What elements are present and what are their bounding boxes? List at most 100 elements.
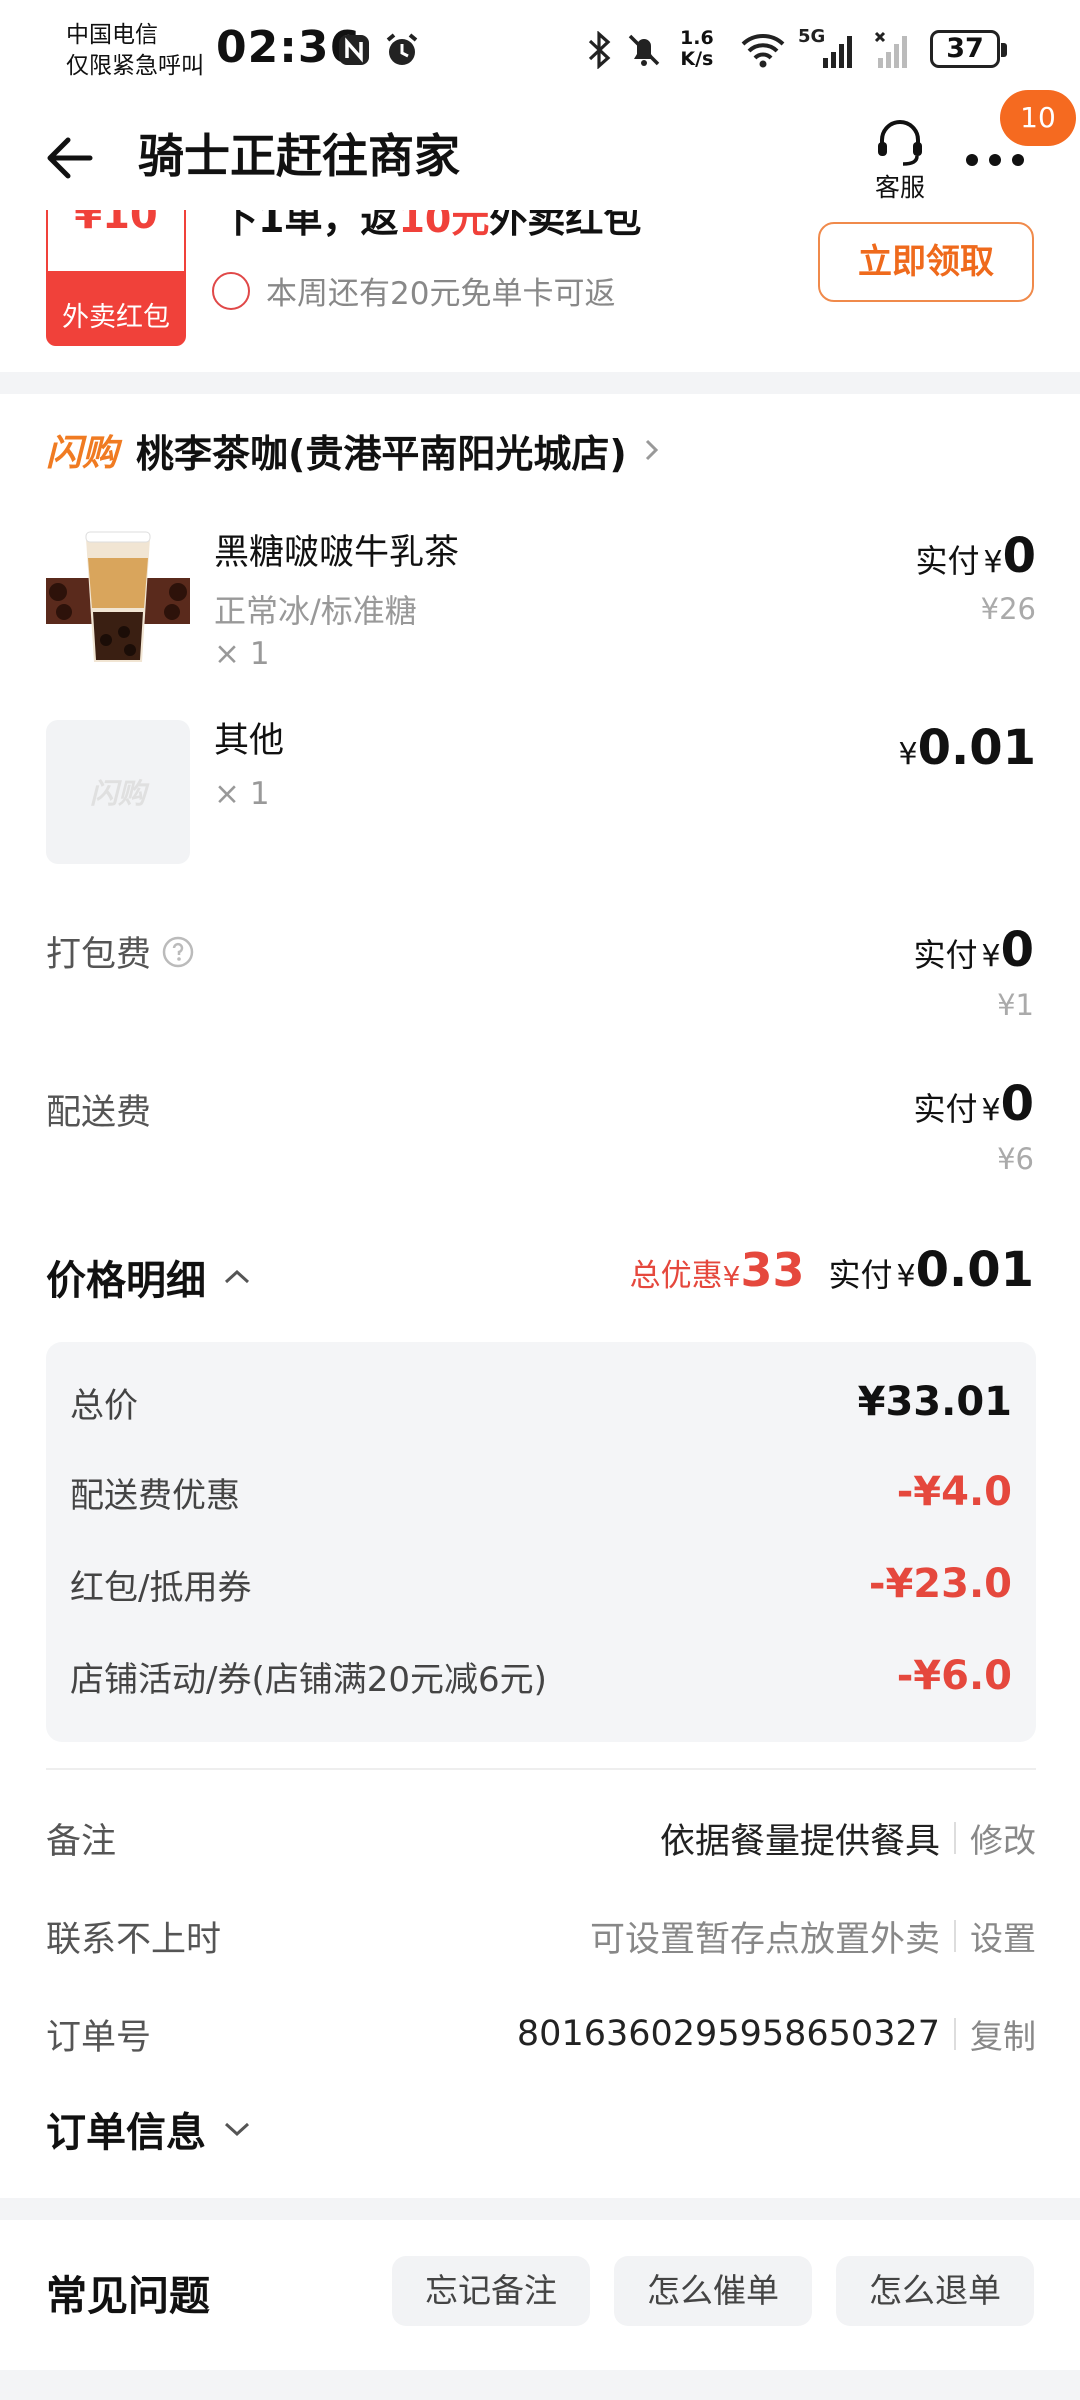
- currency: ¥: [722, 1260, 741, 1293]
- item-qty: × 1: [214, 776, 270, 812]
- total-discount-value: 33: [740, 1243, 805, 1297]
- fee-name: 配送费: [46, 1093, 152, 1133]
- net-speed: 1.6 K/s: [680, 28, 714, 70]
- question-circle-icon[interactable]: [161, 935, 195, 969]
- currency: ¥: [898, 737, 918, 772]
- red-packet-promo: ¥10 外卖红包 下1单，返10元外卖红包 本周还有20元免单卡可返 立即领取: [0, 210, 1080, 370]
- price-row: 配送费优惠 -¥4.0: [70, 1462, 1012, 1522]
- order-item[interactable]: 黑糖啵啵牛乳茶 正常冰/标准糖 × 1 实付 ¥ 0 ¥26: [46, 528, 1036, 678]
- edit-remark-button[interactable]: 修改: [970, 1814, 1036, 1862]
- price-row: 红包/抵用券 -¥23.0: [70, 1554, 1012, 1614]
- chevron-down-icon: [224, 2122, 250, 2137]
- bottom-divider: [0, 2370, 1080, 2400]
- remark-row: 备注 依据餐量提供餐具 修改: [46, 1808, 1036, 1868]
- order-number-label: 订单号: [46, 2017, 152, 2058]
- battery-icon: 37: [930, 30, 1007, 68]
- contact-value: 可设置暂存点放置外卖: [589, 1919, 940, 1960]
- faq-title: 常见问题: [46, 2272, 210, 2320]
- carrier-status: 仅限紧急呼叫: [66, 53, 204, 79]
- paid-value: 0: [1000, 922, 1034, 978]
- item-paid: ¥ 0.01: [898, 720, 1036, 776]
- price-row-value: -¥6.0: [896, 1653, 1012, 1699]
- set-drop-point-button[interactable]: 设置: [970, 1912, 1036, 1960]
- status-bar: 中国电信 仅限紧急呼叫 02:36 1.6 K/s 5G 37: [0, 0, 1080, 100]
- promo-highlight: 10元: [398, 210, 490, 241]
- faq-forgot-remark-button[interactable]: 忘记备注: [392, 2256, 590, 2326]
- packing-fee-paid: 实付 ¥ 0: [913, 922, 1034, 978]
- copy-order-number-button[interactable]: 复制: [970, 2010, 1036, 2058]
- section-divider: [0, 372, 1080, 394]
- customer-service-button[interactable]: 客服: [850, 110, 950, 210]
- message-badge: 10: [1000, 90, 1076, 146]
- price-detail-toggle[interactable]: 价格明细: [46, 1248, 252, 1306]
- radio-circle-icon[interactable]: [212, 271, 250, 310]
- separator: [954, 1822, 956, 1854]
- paid-value: 0.01: [917, 720, 1036, 776]
- paid-label: 实付: [915, 542, 980, 580]
- page-title: 骑士正赶往商家: [138, 129, 460, 183]
- contact-row: 联系不上时 可设置暂存点放置外卖 设置: [46, 1906, 1036, 1966]
- delivery-fee-label: 配送费: [46, 1084, 151, 1135]
- currency: ¥: [981, 1093, 1001, 1128]
- total-discount-label: 总优惠: [629, 1258, 723, 1294]
- promo-subtext: 本周还有20元免单卡可返: [212, 268, 615, 313]
- item-name: 黑糖啵啵牛乳茶: [214, 533, 460, 573]
- store-link[interactable]: 闪购 桃李茶咖(贵港平南阳光城店): [46, 420, 663, 480]
- paid-value: 0: [1000, 1076, 1034, 1132]
- item-spec: 正常冰/标准糖: [214, 592, 417, 630]
- price-detail-box: 总价 ¥33.01 配送费优惠 -¥4.0 红包/抵用券 -¥23.0 店铺活动…: [46, 1342, 1036, 1742]
- order-number-row: 订单号 8016360295958650327 复制: [46, 2004, 1036, 2064]
- coupon-label: 外卖红包: [62, 302, 170, 333]
- coupon-amount: ¥10: [74, 210, 158, 238]
- item-qty: × 1: [214, 636, 270, 672]
- packing-fee-original: ¥1: [997, 988, 1034, 1022]
- net-speed-value: 1.6: [680, 27, 714, 49]
- net-speed-unit: K/s: [680, 48, 714, 70]
- product-image: [46, 528, 190, 672]
- contact-right: 可设置暂存点放置外卖 设置: [590, 1911, 1036, 1962]
- paid-label: 实付: [828, 1256, 893, 1294]
- currency: ¥: [896, 1259, 916, 1294]
- paid-label: 实付: [913, 936, 978, 974]
- packing-fee-label: 打包费: [46, 926, 195, 977]
- back-button[interactable]: [40, 128, 100, 188]
- carrier-info: 中国电信 仅限紧急呼叫: [66, 20, 204, 82]
- remark-value: 依据餐量提供餐具: [659, 1821, 940, 1862]
- fee-name: 打包费: [46, 935, 152, 975]
- remark-label: 备注: [46, 1821, 117, 1862]
- wifi-icon: [738, 28, 788, 72]
- signal-weak-icon: [870, 28, 920, 72]
- price-row-label: 店铺活动/券(店铺满20元减6元): [70, 1659, 547, 1700]
- contact-label: 联系不上时: [46, 1919, 222, 1960]
- price-detail-title: 价格明细: [46, 1258, 206, 1304]
- faq-urge-order-button[interactable]: 怎么催单: [614, 2256, 812, 2326]
- paid-value: 0: [1002, 528, 1036, 584]
- placeholder-logo: 闪购: [89, 777, 146, 810]
- item-name: 其他: [214, 721, 285, 761]
- promo-headline: 下1单，返10元外卖红包: [220, 210, 641, 243]
- promo-sub-label: 本周还有20元免单卡可返: [266, 276, 616, 312]
- order-info-toggle[interactable]: 订单信息: [46, 2100, 252, 2158]
- nfc-icon: [332, 28, 376, 72]
- product-image-placeholder: 闪购: [46, 720, 190, 864]
- flash-buy-tag: 闪购: [46, 433, 119, 474]
- more-options-button[interactable]: [960, 140, 1030, 180]
- order-number-value: 8016360295958650327: [516, 2014, 940, 2054]
- claim-now-button[interactable]: 立即领取: [818, 222, 1034, 302]
- item-paid: 实付 ¥ 0: [915, 528, 1036, 584]
- headset-icon: [878, 120, 922, 166]
- order-item[interactable]: 闪购 其他 × 1 ¥ 0.01: [46, 720, 1036, 870]
- divider: [46, 1768, 1036, 1770]
- total-paid-value: 0.01: [915, 1242, 1034, 1298]
- price-row-value: -¥4.0: [896, 1469, 1012, 1515]
- separator: [954, 2018, 956, 2050]
- alarm-icon: [380, 28, 424, 72]
- arrow-left-icon: [47, 137, 93, 179]
- faq-refund-button[interactable]: 怎么退单: [836, 2256, 1034, 2326]
- bluetooth-icon: [580, 28, 620, 72]
- order-number-right: 8016360295958650327 复制: [517, 2010, 1036, 2058]
- currency: ¥: [981, 939, 1001, 974]
- promo-prefix: 下1单，返: [220, 210, 399, 241]
- price-row-label: 红包/抵用券: [70, 1567, 252, 1608]
- price-summary: 总优惠 ¥ 33 实付 ¥ 0.01: [630, 1242, 1034, 1298]
